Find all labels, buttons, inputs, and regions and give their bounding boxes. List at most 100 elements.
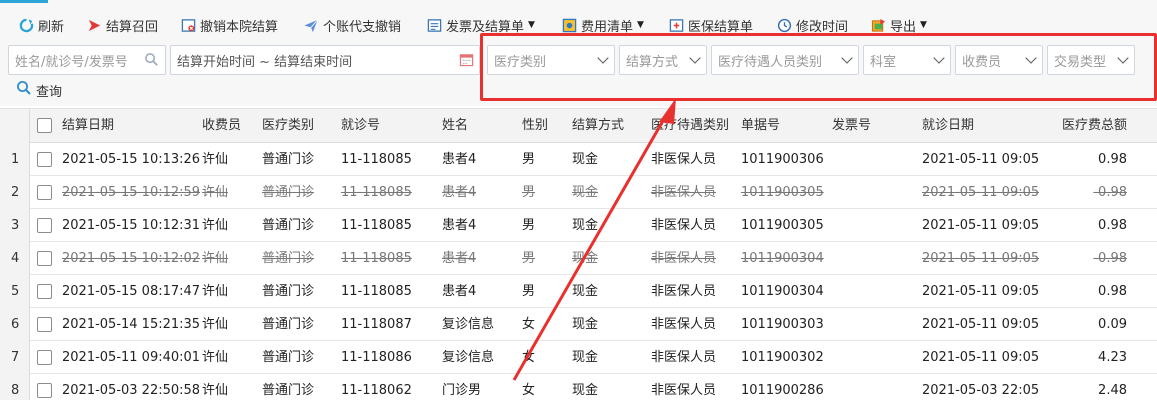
cell-total-fee: -0.98: [1093, 185, 1127, 200]
refresh-icon: [18, 17, 34, 33]
row-checkbox[interactable]: [37, 251, 52, 266]
col-settle-date[interactable]: 结算日期: [62, 109, 114, 143]
settle-method-select[interactable]: 结算方式: [619, 45, 707, 75]
row-number: 8: [0, 374, 30, 400]
department-placeholder: 科室: [870, 54, 897, 70]
row-checkbox[interactable]: [37, 383, 52, 398]
refresh-button[interactable]: 刷新: [18, 14, 64, 36]
settle-recall-button[interactable]: 结算召回: [86, 14, 158, 36]
cell-name: 患者4: [442, 185, 477, 200]
cell-total-fee: 4.23: [1098, 350, 1127, 365]
row-number: 2: [0, 176, 30, 209]
cell-treatment-category: 非医保人员: [651, 383, 717, 398]
settle-method-placeholder: 结算方式: [626, 54, 679, 70]
medical-type-select[interactable]: 医疗类别: [487, 45, 615, 75]
cell-gender: 女: [522, 350, 536, 365]
row-checkbox[interactable]: [37, 350, 52, 365]
table-row[interactable]: 2 2021-05-15 10:12:59 许仙 普通门诊 11-118085 患者4 男 现…: [0, 176, 1157, 209]
row-checkbox[interactable]: [37, 317, 52, 332]
transaction-type-select[interactable]: 交易类型: [1047, 45, 1135, 75]
table-header: 结算日期 收费员 医疗类别 就诊号 姓名 性别 结算方式 医疗待遇类别 单据号 …: [0, 109, 1157, 143]
cell-name: 患者4: [442, 284, 477, 299]
query-button[interactable]: 查询: [16, 80, 62, 100]
department-select[interactable]: 科室: [863, 45, 951, 75]
row-number-header: [0, 109, 30, 143]
row-checkbox[interactable]: [37, 284, 52, 299]
invoice-settle-label: 发票及结算单: [446, 19, 525, 35]
cell-settle-method: 现金: [572, 152, 599, 167]
cell-total-fee: 0.09: [1098, 317, 1127, 332]
cell-cashier: 许仙: [202, 185, 229, 200]
col-gender[interactable]: 性别: [522, 109, 548, 143]
col-settle-method[interactable]: 结算方式: [572, 109, 624, 143]
col-total-fee[interactable]: 医疗费总额: [1020, 109, 1127, 143]
cell-visit-no: 11-118085: [341, 218, 412, 233]
cell-settle-method: 现金: [572, 284, 599, 299]
table-row[interactable]: 4 2021-05-15 10:12:02 许仙 普通门诊 11-118085 患者4 男 现…: [0, 242, 1157, 275]
cell-settle-date: 2021-05-15 10:12:02: [62, 251, 201, 266]
cell-gender: 男: [522, 284, 536, 299]
row-checkbox[interactable]: [37, 152, 52, 167]
select-all-checkbox[interactable]: [37, 118, 52, 133]
cell-visit-no: 11-118085: [341, 185, 412, 200]
cell-settle-date: 2021-05-15 08:17:47: [62, 284, 201, 299]
chevron-down-icon: [1025, 52, 1037, 64]
chevron-down-icon: [933, 52, 945, 64]
table-row[interactable]: 3 2021-05-15 10:12:31 许仙 普通门诊 11-118085 患者4 男 现…: [0, 209, 1157, 242]
cell-medical-type: 普通门诊: [262, 284, 315, 299]
fee-list-dropdown[interactable]: 费用清单 ▼: [561, 14, 644, 36]
insurance-doc-icon: [668, 17, 684, 33]
chevron-down-icon: [597, 52, 609, 64]
invoice-settle-dropdown[interactable]: 发票及结算单 ▼: [426, 14, 535, 36]
table-row[interactable]: 8 2021-05-03 22:50:58 许仙 普通门诊 11-118062 门诊男 女 现…: [0, 374, 1157, 400]
col-cashier[interactable]: 收费员: [202, 109, 241, 143]
col-medical-type[interactable]: 医疗类别: [262, 109, 314, 143]
active-indicator: [0, 0, 48, 3]
cell-settle-date: 2021-05-15 10:13:26: [62, 152, 201, 167]
search-placeholder: 姓名/就诊号/发票号: [15, 54, 128, 70]
cell-settle-date: 2021-05-15 10:12:59: [62, 185, 201, 200]
query-label: 查询: [36, 84, 63, 100]
treatment-category-select[interactable]: 医疗待遇人员类别: [711, 45, 859, 75]
table-row[interactable]: 6 2021-05-14 15:21:35 许仙 普通门诊 11-118087 复诊信息 女…: [0, 308, 1157, 341]
row-checkbox[interactable]: [37, 185, 52, 200]
cell-doc-no: 1011900305: [741, 185, 824, 200]
cell-doc-no: 1011900304: [741, 284, 824, 299]
insurance-settle-button[interactable]: 医保结算单: [668, 14, 753, 36]
col-name[interactable]: 姓名: [442, 109, 468, 143]
table-row[interactable]: 5 2021-05-15 08:17:47 许仙 普通门诊 11-118085 患者4 男 现…: [0, 275, 1157, 308]
cell-settle-method: 现金: [572, 383, 599, 398]
cancel-hospital-settle-button[interactable]: 撤销本院结算: [180, 14, 278, 36]
col-treatment-category[interactable]: 医疗待遇类别: [651, 109, 729, 143]
insurance-settle-label: 医保结算单: [688, 19, 754, 35]
row-checkbox[interactable]: [37, 218, 52, 233]
col-doc-no[interactable]: 单据号: [741, 109, 780, 143]
calendar-icon[interactable]: [459, 52, 474, 71]
cashier-select[interactable]: 收费员: [955, 45, 1043, 75]
table-row[interactable]: 7 2021-05-11 09:40:01 许仙 普通门诊 11-118086 复诊信息 女…: [0, 341, 1157, 374]
chevron-down-icon: [1117, 52, 1129, 64]
cell-name: 患者4: [442, 218, 477, 233]
cancel-doc-icon: [180, 17, 196, 33]
personal-cancel-button[interactable]: 个账代支撤销: [303, 14, 401, 36]
filter-panel: 姓名/就诊号/发票号 结算开始时间 ~ 结算结束时间 医疗类别 结算方式 医疗待…: [0, 40, 1157, 106]
export-dropdown[interactable]: 导出 ▼: [870, 14, 927, 36]
cell-doc-no: 1011900304: [741, 251, 824, 266]
date-range-input[interactable]: 结算开始时间 ~ 结算结束时间: [170, 45, 480, 75]
cell-cashier: 许仙: [202, 218, 229, 233]
col-visit-date[interactable]: 就诊日期: [922, 109, 974, 143]
search-icon[interactable]: [144, 52, 159, 71]
cell-settle-method: 现金: [572, 317, 599, 332]
modify-time-button[interactable]: 修改时间: [776, 14, 848, 36]
col-visit-no[interactable]: 就诊号: [341, 109, 380, 143]
cell-visit-no: 11-118085: [341, 251, 412, 266]
cell-total-fee: -0.98: [1093, 251, 1127, 266]
row-number: 5: [0, 275, 30, 308]
cell-total-fee: 0.98: [1098, 152, 1127, 167]
search-input[interactable]: 姓名/就诊号/发票号: [8, 45, 166, 75]
col-invoice-no[interactable]: 发票号: [832, 109, 871, 143]
toolbar: 刷新 结算召回 撤销本院结算 个账代支撤销 发票及结算单 ▼ 费用清单 ▼ 医保…: [0, 0, 1157, 40]
cell-treatment-category: 非医保人员: [651, 317, 717, 332]
table-row[interactable]: 1 2021-05-15 10:13:26 许仙 普通门诊 11-118085 患者4 男 现…: [0, 143, 1157, 176]
cell-visit-no: 11-118087: [341, 317, 412, 332]
